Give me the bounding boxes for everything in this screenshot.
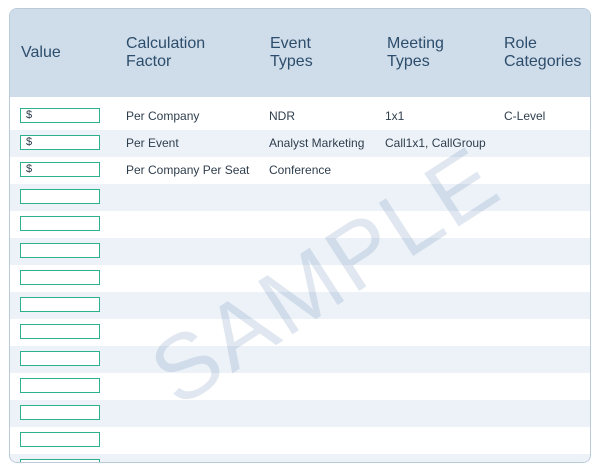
table-row: $ Per Company NDR 1x1 C-Level (10, 103, 590, 130)
table-header: Value Calculation Factor Event Types Mee… (10, 9, 590, 97)
cell-meeting-types: Call1x1, CallGroup (385, 136, 486, 150)
table-row (10, 292, 590, 319)
cell-calculation-factor: Per Event (126, 136, 179, 150)
column-header-value: Value (21, 44, 61, 61)
table-row (10, 319, 590, 346)
value-input[interactable] (20, 432, 100, 447)
table-row (10, 238, 590, 265)
value-input[interactable] (20, 216, 100, 231)
cell-event-types: Conference (269, 163, 332, 177)
value-input[interactable] (20, 189, 100, 204)
value-input[interactable] (20, 378, 100, 393)
value-input[interactable] (20, 405, 100, 420)
cell-event-types: NDR (269, 109, 295, 123)
table-row: $ Per Event Analyst Marketing Call1x1, Call… (10, 130, 590, 157)
table-row (10, 184, 590, 211)
value-input[interactable]: $ (20, 108, 100, 123)
cell-calculation-factor: Per Company Per Seat (126, 163, 250, 177)
cell-meeting-types: 1x1 (385, 109, 405, 123)
cell-event-types: Analyst Marketing (269, 136, 365, 150)
table-row (10, 454, 590, 462)
value-input[interactable] (20, 459, 100, 462)
value-input[interactable]: $ (20, 135, 100, 150)
column-header-meeting-types: Meeting Types (387, 35, 444, 70)
value-input[interactable] (20, 351, 100, 366)
pricing-table: Value Calculation Factor Event Types Mee… (9, 8, 591, 463)
cell-role-categories: C-Level (504, 109, 546, 123)
table-row: $ Per Company Per Seat Conference (10, 157, 590, 184)
table-row (10, 427, 590, 454)
column-header-event-types: Event Types (270, 35, 313, 70)
table-row (10, 211, 590, 238)
value-input[interactable] (20, 270, 100, 285)
table-row (10, 265, 590, 292)
value-input[interactable] (20, 297, 100, 312)
value-input[interactable] (20, 243, 100, 258)
column-header-role-categories: Role Categories (504, 35, 582, 70)
value-input[interactable] (20, 324, 100, 339)
table-row (10, 400, 590, 427)
column-header-calculation-factor: Calculation Factor (126, 35, 206, 70)
table-row (10, 373, 590, 400)
table-row (10, 346, 590, 373)
cell-calculation-factor: Per Company (126, 109, 200, 123)
value-input[interactable]: $ (20, 162, 100, 177)
